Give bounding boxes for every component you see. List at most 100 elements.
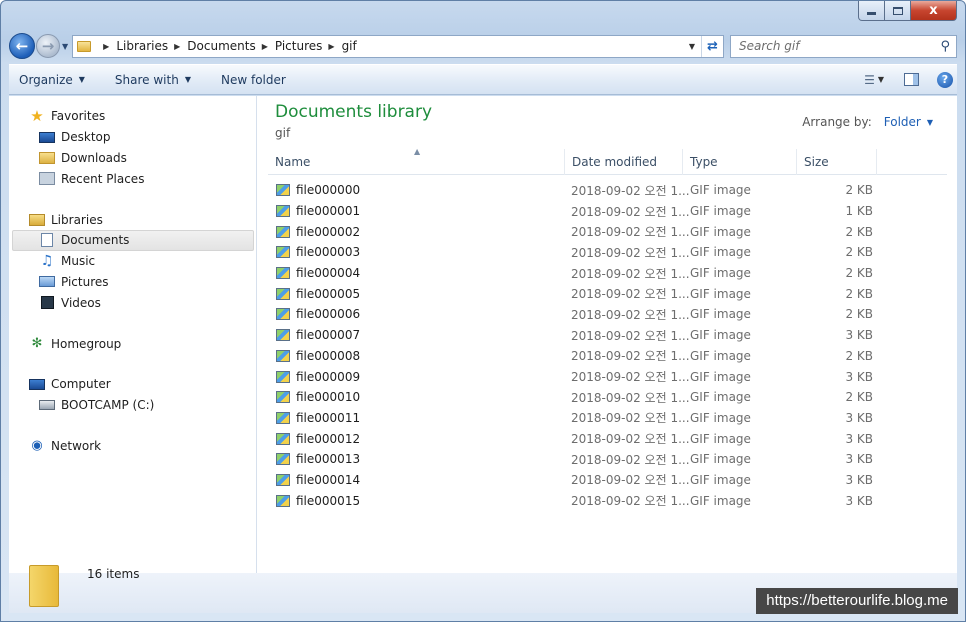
file-row[interactable]: file000005 2018-09-02 오전 1... GIF image 2 K… <box>268 283 947 304</box>
sidebar-item-music[interactable]: ♫ Music <box>9 251 256 272</box>
file-name-cell[interactable]: file000014 <box>276 470 360 491</box>
breadcrumb-arrow-icon[interactable]: ▶ <box>174 42 180 51</box>
column-header-name[interactable]: Name <box>268 149 565 175</box>
file-type: GIF image <box>690 224 751 239</box>
breadcrumb-documents[interactable]: Documents ▶ <box>187 39 275 53</box>
sidebar-item-desktop[interactable]: Desktop <box>9 127 256 148</box>
sidebar-item-network[interactable]: ◉ Network <box>9 436 256 457</box>
file-row[interactable]: file000012 2018-09-02 오전 1... GIF image 3 K… <box>268 428 947 449</box>
file-row[interactable]: file000001 2018-09-02 오전 1... GIF image 1 K… <box>268 201 947 222</box>
address-bar[interactable]: ▶ Libraries ▶ Documents ▶ Pictures ▶ gif ▼ … <box>72 34 724 58</box>
file-name-cell[interactable]: file000000 <box>276 180 360 201</box>
sidebar-item-pictures[interactable]: Pictures <box>9 272 256 293</box>
file-row[interactable]: file000006 2018-09-02 오전 1... GIF image 2 K… <box>268 304 947 325</box>
help-icon[interactable]: ? <box>937 71 953 88</box>
column-header-type[interactable]: Type <box>683 149 797 175</box>
file-name-cell[interactable]: file000010 <box>276 387 360 408</box>
sidebar-item-computer[interactable]: Computer <box>9 374 256 395</box>
file-row[interactable]: file000010 2018-09-02 오전 1... GIF image 2 K… <box>268 387 947 408</box>
close-button[interactable]: x <box>911 1 957 21</box>
address-dropdown-icon[interactable]: ▼ <box>689 42 695 51</box>
sidebar-item-bootcamp[interactable]: BOOTCAMP (C:) <box>9 395 256 416</box>
file-row[interactable]: file000007 2018-09-02 오전 1... GIF image 3 K… <box>268 325 947 346</box>
file-date: 2018-09-02 오전 1... <box>571 225 690 240</box>
file-name-cell[interactable]: file000007 <box>276 325 360 346</box>
file-name-cell[interactable]: file000002 <box>276 221 360 242</box>
back-button[interactable]: ← <box>9 33 35 59</box>
file-row[interactable]: file000015 2018-09-02 오전 1... GIF image 3 K… <box>268 490 947 511</box>
search-box[interactable]: ⚲ <box>730 34 957 58</box>
file-row[interactable]: file000011 2018-09-02 오전 1... GIF image 3 K… <box>268 408 947 429</box>
arrange-by-dropdown[interactable]: Folder <box>884 115 921 129</box>
view-options-dropdown[interactable]: ▼ <box>878 75 884 84</box>
file-date: 2018-09-02 오전 1... <box>571 473 690 488</box>
maximize-button[interactable] <box>885 1 911 21</box>
share-with-button[interactable]: Share with ▼ <box>115 73 191 87</box>
minimize-button[interactable] <box>858 1 885 21</box>
file-name-cell[interactable]: file000004 <box>276 263 360 284</box>
sidebar-item-homegroup[interactable]: ✻ Homegroup <box>9 333 256 354</box>
file-row[interactable]: file000004 2018-09-02 오전 1... GIF image 2 K… <box>268 263 947 284</box>
file-name: file000015 <box>296 493 361 508</box>
navigation-pane[interactable]: ★ Favorites Desktop Downloads Recent Plac… <box>9 96 257 573</box>
refresh-button[interactable]: ⇄ <box>701 35 723 57</box>
forward-button[interactable]: → <box>36 34 60 58</box>
column-header-date-modified[interactable]: Date modified <box>565 149 683 175</box>
file-date: 2018-09-02 오전 1... <box>571 411 690 426</box>
sidebar-item-documents[interactable]: Documents <box>9 229 256 251</box>
chevron-down-icon[interactable]: ▼ <box>927 118 933 127</box>
file-name: file000007 <box>296 328 361 343</box>
sidebar-item-videos[interactable]: Videos <box>9 292 256 313</box>
gif-image-icon <box>276 246 290 259</box>
file-name-cell[interactable]: file000008 <box>276 346 360 367</box>
column-header-size[interactable]: Size <box>797 149 877 175</box>
file-name-cell[interactable]: file000015 <box>276 490 360 511</box>
organize-button[interactable]: Organize ▼ <box>19 73 85 87</box>
gif-image-icon <box>276 453 290 466</box>
recent-pages-dropdown[interactable]: ▼ <box>62 42 68 51</box>
file-name-cell[interactable]: file000005 <box>276 283 360 304</box>
search-input[interactable] <box>739 39 941 53</box>
breadcrumb-libraries[interactable]: Libraries ▶ <box>116 39 187 53</box>
change-view-icon[interactable]: ☰ <box>864 73 875 87</box>
new-folder-button[interactable]: New folder <box>221 73 286 87</box>
file-row[interactable]: file000009 2018-09-02 오전 1... GIF image 3 K… <box>268 366 947 387</box>
file-type: GIF image <box>690 204 751 219</box>
file-row[interactable]: file000008 2018-09-02 오전 1... GIF image 2 K… <box>268 346 947 367</box>
file-row[interactable]: file000013 2018-09-02 오전 1... GIF image 3 K… <box>268 449 947 470</box>
sidebar-item-libraries[interactable]: Libraries <box>9 209 256 230</box>
file-row[interactable]: file000014 2018-09-02 오전 1... GIF image 3 K… <box>268 470 947 491</box>
sidebar-item-downloads[interactable]: Downloads <box>9 148 256 169</box>
breadcrumb-arrow-icon[interactable]: ▶ <box>262 42 268 51</box>
file-type: GIF image <box>690 307 751 322</box>
file-date: 2018-09-02 오전 1... <box>571 183 690 198</box>
file-size: 2 KB <box>845 183 873 198</box>
file-name-cell[interactable]: file000006 <box>276 304 360 325</box>
breadcrumb-gif[interactable]: gif <box>342 39 357 53</box>
gif-image-icon <box>276 205 290 218</box>
file-size: 1 KB <box>845 204 873 219</box>
file-type: GIF image <box>690 493 751 508</box>
file-size: 2 KB <box>845 307 873 322</box>
search-icon[interactable]: ⚲ <box>940 39 950 54</box>
file-row[interactable]: file000002 2018-09-02 오전 1... GIF image 2 K… <box>268 221 947 242</box>
gif-image-icon <box>276 473 290 486</box>
sidebar-item-recent-places[interactable]: Recent Places <box>9 168 256 189</box>
file-date: 2018-09-02 오전 1... <box>571 307 690 322</box>
file-row[interactable]: file000003 2018-09-02 오전 1... GIF image 2 K… <box>268 242 947 263</box>
file-name-cell[interactable]: file000001 <box>276 201 360 222</box>
breadcrumb-arrow-icon[interactable]: ▶ <box>328 42 334 51</box>
file-name-cell[interactable]: file000009 <box>276 366 360 387</box>
file-name-cell[interactable]: file000011 <box>276 408 360 429</box>
file-name-cell[interactable]: file000013 <box>276 449 360 470</box>
file-name-cell[interactable]: file000003 <box>276 242 360 263</box>
breadcrumb-pictures[interactable]: Pictures ▶ <box>275 39 342 53</box>
file-name-cell[interactable]: file000012 <box>276 428 360 449</box>
sidebar-item-favorites[interactable]: ★ Favorites <box>9 106 256 127</box>
preview-pane-icon[interactable] <box>904 73 919 86</box>
star-icon: ★ <box>30 107 44 126</box>
forward-arrow-icon: → <box>41 37 55 55</box>
breadcrumb-root-arrow-icon[interactable]: ▶ <box>103 42 109 51</box>
file-row[interactable]: file000000 2018-09-02 오전 1... GIF image 2 K… <box>268 180 947 201</box>
file-type: GIF image <box>690 266 751 281</box>
